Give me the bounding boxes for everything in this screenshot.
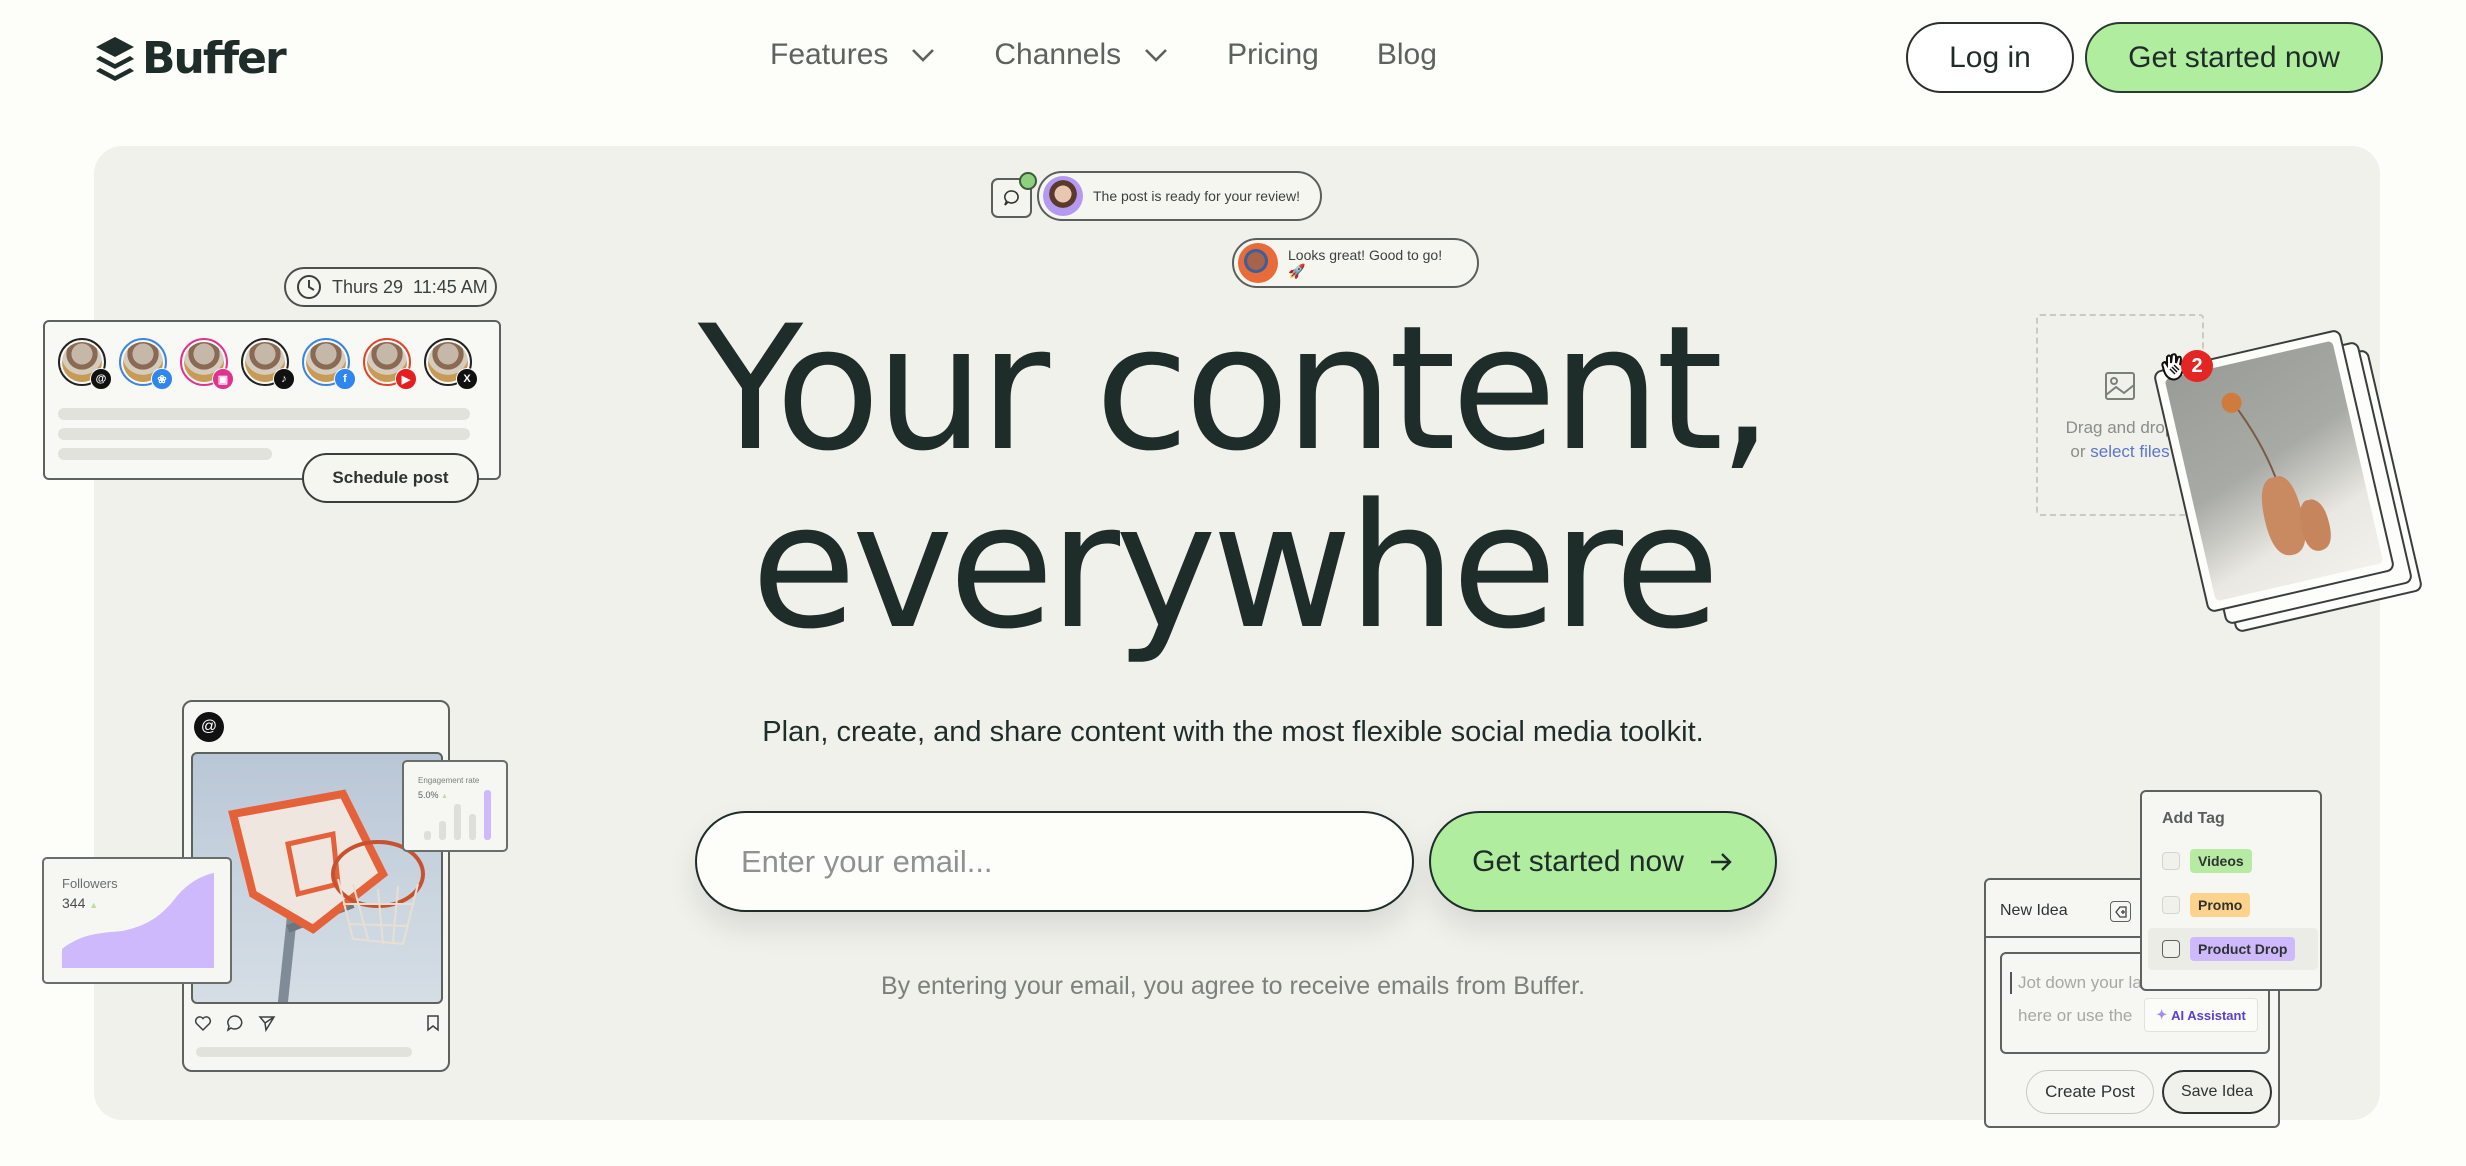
tag-option-videos[interactable]: Videos (2148, 840, 2318, 882)
buffer-stack-icon (96, 36, 134, 81)
nav-blog-label: Blog (1376, 38, 1437, 71)
tag-chip: Product Drop (2190, 937, 2296, 961)
schedule-date: Thurs 29 (332, 276, 404, 297)
add-tag-button[interactable] (2110, 901, 2131, 922)
top-nav: Buffer Features Channels Pricing Blog Lo… (0, 0, 2466, 115)
idea-card-title: New Idea (2000, 902, 2068, 919)
tag-checkbox[interactable] (2162, 896, 2180, 914)
tag-option-promo[interactable]: Promo (2148, 884, 2318, 926)
comment-icon[interactable] (226, 1014, 244, 1032)
engagement-bar (469, 814, 476, 840)
chevron-down-icon (1145, 49, 1168, 62)
chat-message-review: The post is ready for your review! (1037, 171, 1322, 221)
tag-plus-icon (2114, 905, 2127, 918)
tag-checkbox[interactable] (2162, 852, 2180, 870)
tag-checkbox[interactable] (2162, 940, 2180, 958)
nav-features[interactable]: Features (770, 38, 936, 72)
brand-name: Buffer (142, 33, 287, 84)
text-caret (2010, 972, 2012, 994)
get-started-label: Get started now (1472, 844, 1684, 878)
speech-bubble-icon (1003, 190, 1019, 206)
clock-icon (297, 275, 321, 299)
avatar-woman (1043, 176, 1083, 216)
buffer-logo[interactable]: Buffer (94, 33, 287, 84)
followers-title: Followers (62, 876, 118, 891)
tag-option-product-drop[interactable]: Product Drop (2148, 928, 2318, 970)
ai-assistant-label: AI Assistant (2171, 1007, 2246, 1023)
drop-line-2-prefix: or (2070, 442, 2091, 461)
trend-up-icon: ▲ (441, 793, 448, 800)
engagement-bar (439, 821, 446, 840)
nav-blog[interactable]: Blog (1377, 38, 1437, 72)
nav-channels[interactable]: Channels (994, 38, 1169, 72)
nav-pricing[interactable]: Pricing (1227, 38, 1319, 72)
login-button[interactable]: Log in (1906, 22, 2074, 93)
nav-pricing-label: Pricing (1227, 38, 1319, 71)
headline-line-2: everywhere (750, 466, 1720, 667)
image-icon (2105, 372, 2135, 400)
threads-icon: @ (194, 712, 224, 742)
nav-features-label: Features (770, 38, 889, 71)
bookmark-icon[interactable] (424, 1014, 442, 1032)
engagement-title: Engagement rate (418, 776, 480, 785)
headline-line-1: Your content, (697, 288, 1773, 489)
drag-count-badge: 2 (2181, 350, 2213, 382)
chevron-down-icon (912, 49, 935, 62)
engagement-bar (424, 831, 431, 840)
followers-card: Followers 344 ▲ (42, 857, 232, 984)
engagement-bar (484, 790, 491, 840)
schedule-time: 11:45 AM (413, 276, 488, 297)
tag-chip: Promo (2190, 893, 2251, 917)
avatar-man (1238, 243, 1278, 283)
tag-chip: Videos (2190, 849, 2252, 873)
chat-message-text: The post is ready for your review! (1093, 188, 1300, 204)
followers-value-text: 344 (62, 895, 86, 911)
chat-message-text: Looks great! Good to go! 🚀 (1288, 246, 1443, 279)
arrow-right-icon (1710, 852, 1732, 871)
trend-up-icon: ▲ (89, 900, 99, 910)
select-files-link[interactable]: select files (2090, 442, 2169, 461)
get-started-hero-button[interactable]: Get started now (1429, 811, 1777, 912)
engagement-value-text: 5.0% (418, 790, 439, 800)
heart-icon[interactable] (194, 1014, 212, 1032)
idea-placeholder-line-2: here or use the (2018, 1006, 2133, 1025)
get-started-nav-button[interactable]: Get started now (2085, 22, 2383, 93)
email-input[interactable] (695, 811, 1414, 912)
online-status-dot (1019, 172, 1037, 190)
add-tag-title: Add Tag (2162, 810, 2225, 827)
create-post-button[interactable]: Create Post (2026, 1070, 2154, 1114)
magic-wand-icon: ✦ (2156, 1007, 2168, 1022)
main-menu: Features Channels Pricing Blog (770, 38, 1437, 72)
caption-skeleton (196, 1047, 412, 1057)
post-action-bar (194, 1014, 442, 1032)
add-tag-dropdown: Add Tag Videos Promo Product Drop (2140, 790, 2322, 991)
engagement-value: 5.0% ▲ (418, 790, 448, 800)
engagement-rate-card: Engagement rate 5.0% ▲ (402, 760, 508, 852)
share-icon[interactable] (258, 1014, 276, 1032)
ai-assistant-button[interactable]: ✦ AI Assistant (2144, 998, 2258, 1032)
engagement-bar (454, 804, 461, 840)
save-idea-button[interactable]: Save Idea (2162, 1070, 2272, 1114)
chat-message-approval: Looks great! Good to go! 🚀 (1232, 238, 1479, 288)
nav-channels-label: Channels (994, 38, 1122, 71)
followers-value: 344 ▲ (62, 895, 98, 911)
